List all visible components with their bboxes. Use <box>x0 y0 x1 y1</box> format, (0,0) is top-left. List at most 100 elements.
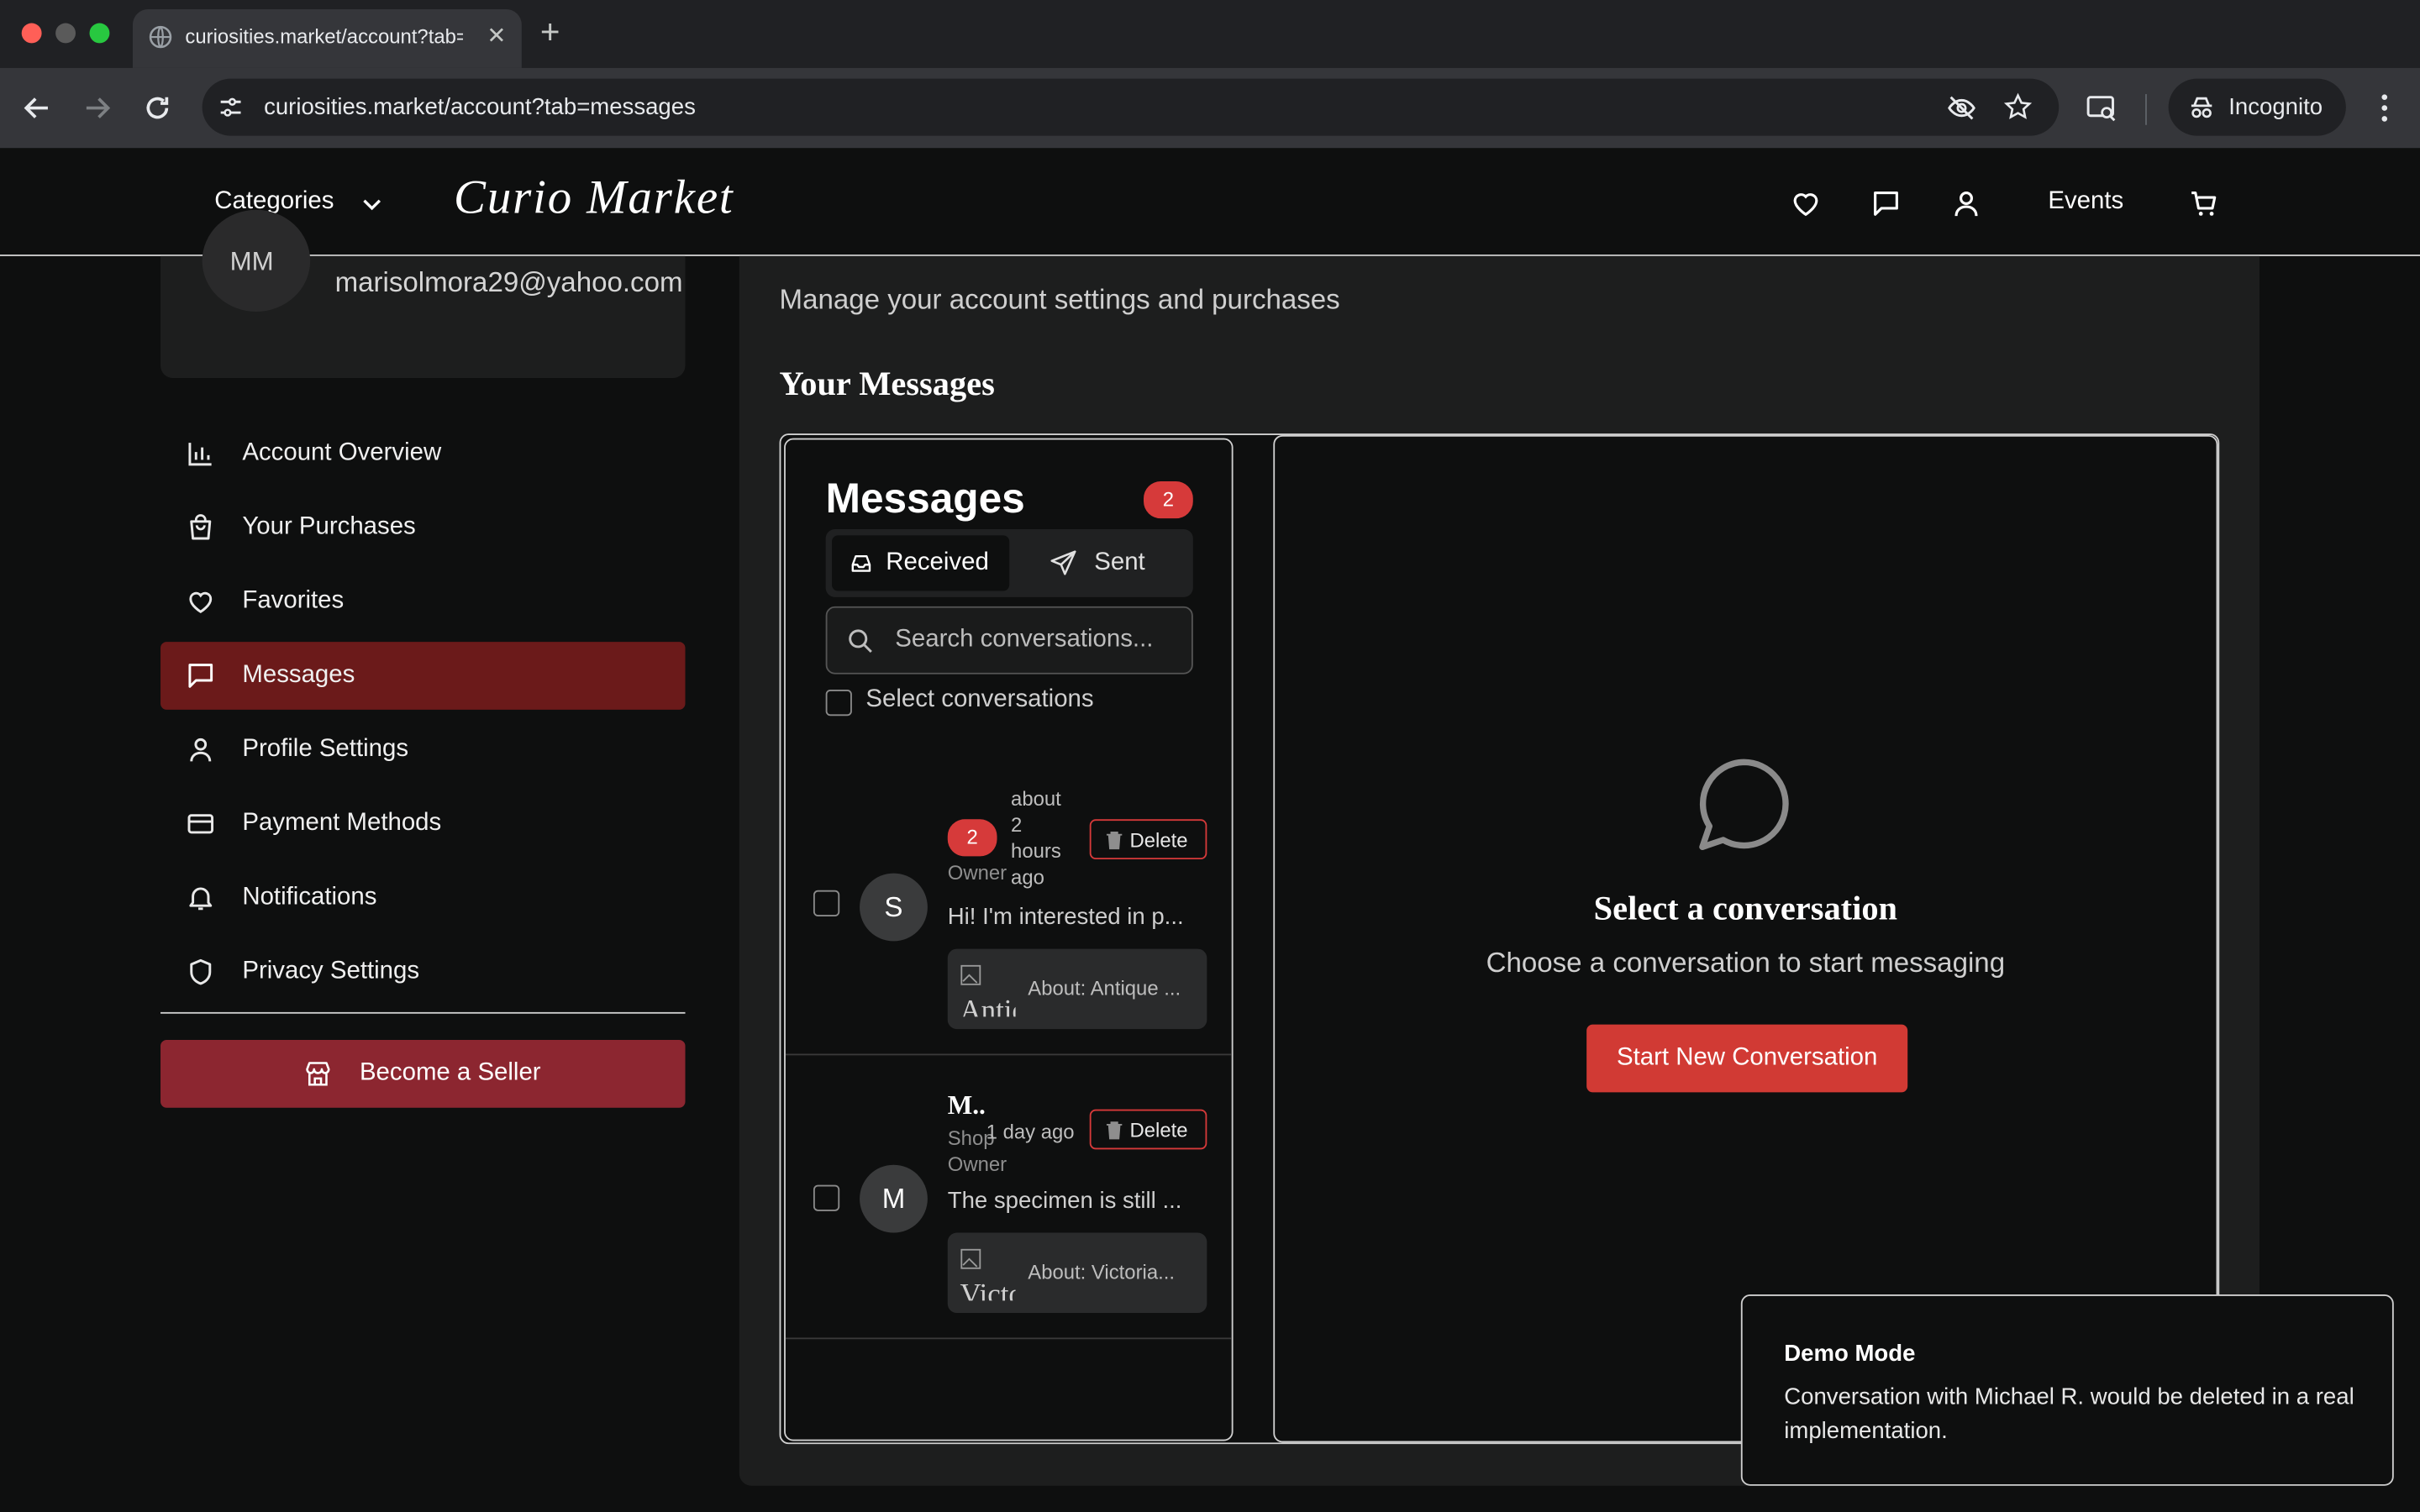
page-title: Your Messages <box>779 364 995 403</box>
events-link[interactable]: Events <box>2048 188 2123 216</box>
search-input[interactable]: Search conversations... <box>825 606 1193 675</box>
account-user-icon[interactable] <box>1951 188 1982 219</box>
message-preview: The specimen is still ... <box>947 1188 1182 1215</box>
conversation-checkbox[interactable] <box>813 1184 840 1211</box>
select-all-checkbox[interactable] <box>825 690 852 717</box>
unread-badge: 2 <box>947 819 997 857</box>
chevron-down-icon <box>363 199 381 211</box>
tab-received-label: Received <box>886 549 989 576</box>
select-conversations-label: Select conversations <box>865 686 1094 713</box>
sidebar-item-payment-methods[interactable]: Payment Methods <box>160 790 685 858</box>
conversation-divider <box>785 1337 1232 1340</box>
chat-bubble-icon <box>1699 759 1789 851</box>
categories-label: Categories <box>214 188 334 215</box>
site-settings-icon[interactable] <box>218 94 244 120</box>
start-new-conversation-label: Start New Conversation <box>1617 1044 1878 1071</box>
maximize-window-button[interactable] <box>89 23 110 44</box>
message-tabs: Received Sent <box>825 529 1193 597</box>
messages-container: Messages 2 Received Sent Search conversa… <box>779 433 2220 1445</box>
heart-icon <box>189 591 213 613</box>
sidebar-item-your-purchases[interactable]: Your Purchases <box>160 494 685 562</box>
account-subtitle: Manage your account settings and purchas… <box>779 283 1340 315</box>
incognito-icon <box>2191 97 2212 118</box>
unread-count-badge: 2 <box>1144 481 1193 519</box>
reload-icon[interactable] <box>140 91 174 124</box>
sidebar-item-privacy-settings[interactable]: Privacy Settings <box>160 938 685 1006</box>
profile-card: MM marisolmora29@yahoo.com <box>160 209 686 379</box>
trash-icon <box>1106 832 1123 850</box>
listing-reference[interactable]: Antique About: Antique ... <box>947 948 1207 1030</box>
listing-reference[interactable]: Victoria About: Victoria... <box>947 1232 1207 1314</box>
browser-tabstrip: curiosities.market/account?tab=messages … <box>0 0 2420 68</box>
message-time: 1 day ago <box>986 1120 1075 1144</box>
list-item[interactable]: M M.. Shop Owner 1 day ago Delete The sp… <box>786 1057 1232 1337</box>
toast-body: Conversation with Michael R. would be de… <box>1784 1383 2354 1445</box>
shopping-bag-icon <box>190 514 212 540</box>
globe-icon <box>149 25 172 49</box>
categories-menu[interactable]: Categories <box>214 188 381 216</box>
tab-sent[interactable]: Sent <box>1016 535 1187 591</box>
broken-image-icon <box>960 1248 981 1269</box>
close-tab-icon[interactable]: ✕ <box>487 22 506 50</box>
delete-label: Delete <box>1129 1118 1188 1142</box>
list-item[interactable]: S 2 Owner about 2 hours ago Delete Hi! I… <box>786 748 1232 1054</box>
sidebar-item-label: Profile Settings <box>242 736 409 763</box>
sidebar-item-label: Account Overview <box>242 439 442 466</box>
sidebar-divider <box>160 1011 686 1014</box>
sidebar-item-notifications[interactable]: Notifications <box>160 864 685 932</box>
chat-icon <box>188 664 213 688</box>
forward-icon[interactable] <box>81 91 114 124</box>
avatar: S <box>860 873 928 942</box>
cart-icon[interactable] <box>2188 188 2219 219</box>
inbox-icon <box>851 554 871 572</box>
incognito-label: Incognito <box>2228 94 2323 121</box>
sidebar-item-favorites[interactable]: Favorites <box>160 568 685 636</box>
sender-name: M.. <box>947 1090 986 1121</box>
minimize-window-button[interactable] <box>55 23 76 44</box>
sidebar-item-label: Notifications <box>242 884 377 911</box>
delete-button[interactable]: Delete <box>1089 1109 1207 1150</box>
more-menu-icon[interactable] <box>2369 91 2400 124</box>
sidebar-item-messages[interactable]: Messages <box>160 642 686 710</box>
listing-thumbnail: Antique <box>960 961 1016 1017</box>
search-icon <box>849 629 872 654</box>
new-tab-button[interactable]: + <box>540 13 560 53</box>
store-icon <box>306 1062 330 1086</box>
listing-image-alt: Antique <box>960 995 1015 1017</box>
empty-state-title: Select a conversation <box>1593 888 1898 927</box>
star-icon[interactable] <box>2003 92 2033 122</box>
tab-search-icon[interactable] <box>2085 91 2118 124</box>
url-text: curiosities.market/account?tab=messages <box>264 94 696 121</box>
tab-title: curiosities.market/account?tab=messages <box>185 24 463 48</box>
address-bar[interactable]: curiosities.market/account?tab=messages <box>202 78 2060 136</box>
browser-toolbar: curiosities.market/account?tab=messages … <box>0 67 2420 149</box>
trash-icon <box>1106 1121 1123 1140</box>
sidebar-item-profile-settings[interactable]: Profile Settings <box>160 716 685 784</box>
sidebar-item-label: Favorites <box>242 587 345 615</box>
user-icon <box>190 738 212 762</box>
delete-button[interactable]: Delete <box>1089 819 1207 860</box>
conversation-list: Messages 2 Received Sent Search conversa… <box>784 438 1234 1441</box>
close-window-button[interactable] <box>21 23 42 44</box>
send-icon <box>1050 550 1076 575</box>
conversation-checkbox[interactable] <box>813 890 840 917</box>
site-logo[interactable]: Curio Market <box>454 170 734 225</box>
toast-title: Demo Mode <box>1784 1341 1916 1368</box>
start-new-conversation-button[interactable]: Start New Conversation <box>1586 1024 1908 1093</box>
incognito-indicator[interactable]: Incognito <box>2168 78 2346 136</box>
site-header: Categories Curio Market Events <box>0 148 2420 256</box>
sidebar-item-label: Messages <box>242 661 355 689</box>
messages-chat-icon[interactable] <box>1870 188 1902 219</box>
bell-icon <box>189 887 213 911</box>
browser-tab[interactable]: curiosities.market/account?tab=messages … <box>132 9 522 68</box>
become-seller-button[interactable]: Become a Seller <box>160 1039 686 1108</box>
eye-off-icon[interactable] <box>1946 92 1977 123</box>
favorites-heart-icon[interactable] <box>1791 188 1822 219</box>
back-icon[interactable] <box>20 91 54 124</box>
messages-title: Messages <box>825 475 1025 522</box>
broken-image-icon <box>960 964 981 985</box>
sidebar-item-label: Your Purchases <box>242 513 416 540</box>
sidebar-item-account-overview[interactable]: Account Overview <box>160 420 685 488</box>
tab-received[interactable]: Received <box>832 535 1010 591</box>
sender-role: Owner <box>947 860 1007 885</box>
